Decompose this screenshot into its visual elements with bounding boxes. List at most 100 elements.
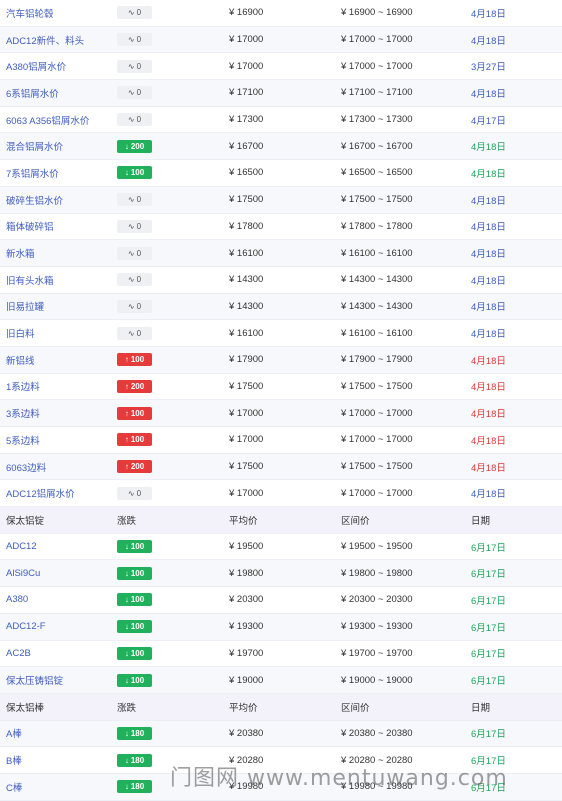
date: 4月18日 xyxy=(471,222,506,234)
header-range: 区间价 xyxy=(341,702,370,714)
date: 3月27日 xyxy=(471,62,506,74)
wave-icon: ∿ xyxy=(127,301,135,311)
table-row[interactable]: AlSi9Cu ↓ 100 ¥ 19800 ¥ 19800 ~ 19800 6月17日 xyxy=(0,560,562,588)
change-badge: ∿ 0 xyxy=(117,59,152,73)
table-row[interactable]: 3系边料 ↑ 100 ¥ 17000 ¥ 17000 ~ 17000 4月18日 xyxy=(0,400,562,427)
down-arrow-icon: ↓ xyxy=(124,648,129,658)
wave-icon: ∿ xyxy=(127,221,135,231)
change-value: 0 xyxy=(136,248,142,258)
product-link[interactable]: ADC12铝屑水价 xyxy=(0,486,117,500)
product-link[interactable]: B棒 xyxy=(0,753,117,767)
section-title: 保太铝锭 xyxy=(6,515,45,527)
product-link[interactable]: 保太压铸铝锭 xyxy=(0,673,117,687)
table-row[interactable]: 6系铝屑水价 ∿ 0 ¥ 17100 ¥ 17100 ~ 17100 4月18日 xyxy=(0,80,562,107)
change-badge: ∿ 0 xyxy=(117,299,152,313)
average-price: ¥ 16900 xyxy=(229,7,264,19)
down-arrow-icon: ↓ xyxy=(124,755,129,765)
table-row[interactable]: A棒 ↓ 180 ¥ 20380 ¥ 20380 ~ 20380 6月17日 xyxy=(0,720,562,748)
change-badge: ↓ 100 xyxy=(117,646,152,660)
product-link[interactable]: ADC12 xyxy=(0,541,117,552)
change-badge: ∿ 0 xyxy=(117,113,152,127)
product-link[interactable]: 6063 A356铝屑水价 xyxy=(0,113,117,127)
product-link[interactable]: ADC12新件、料头 xyxy=(0,33,117,47)
product-link[interactable]: 箱体破碎铝 xyxy=(0,219,117,233)
product-link[interactable]: A380铝屑水价 xyxy=(0,59,117,73)
product-link[interactable]: 混合铝屑水价 xyxy=(0,139,117,153)
table-row[interactable]: ADC12铝屑水价 ∿ 0 ¥ 17000 ¥ 17000 ~ 17000 4月18日 xyxy=(0,480,562,508)
product-link[interactable]: 新铝线 xyxy=(0,353,117,367)
change-badge: ↓ 100 xyxy=(117,620,152,634)
product-link[interactable]: AC2B xyxy=(0,648,117,659)
product-link[interactable]: 6063边料 xyxy=(0,460,117,474)
table-row[interactable]: 混合铝屑水价 ↓ 200 ¥ 16700 ¥ 16700 ~ 16700 4月18日 xyxy=(0,133,562,161)
change-value: 180 xyxy=(130,728,145,738)
change-value: 0 xyxy=(136,301,142,311)
product-link[interactable]: AlSi9Cu xyxy=(0,568,117,579)
average-price: ¥ 19800 xyxy=(229,567,264,579)
table-row[interactable]: ADC12-F ↓ 100 ¥ 19300 ¥ 19300 ~ 19300 6月17日 xyxy=(0,613,562,641)
table-row[interactable]: 保太压铸铝锭 ↓ 100 ¥ 19000 ¥ 19000 ~ 19000 6月17日 xyxy=(0,667,562,694)
change-badge: ∿ 0 xyxy=(117,193,152,207)
product-link[interactable]: 7系铝屑水价 xyxy=(0,166,117,180)
table-row[interactable]: 旧有头水箱 ∿ 0 ¥ 14300 ¥ 14300 ~ 14300 4月18日 xyxy=(0,267,562,294)
product-link[interactable]: C棒 xyxy=(0,780,117,794)
change-value: 100 xyxy=(130,622,145,632)
down-arrow-icon: ↓ xyxy=(124,568,129,578)
table-row[interactable]: 6063 A356铝屑水价 ∿ 0 ¥ 17300 ¥ 17300 ~ 17300 4月1… xyxy=(0,107,562,134)
change-badge: ∿ 0 xyxy=(117,219,152,233)
product-link[interactable]: ADC12-F xyxy=(0,621,117,632)
change-badge: ↓ 100 xyxy=(117,566,152,580)
product-link[interactable]: A棒 xyxy=(0,726,117,740)
product-link[interactable]: 旧易拉罐 xyxy=(0,299,117,313)
product-link[interactable]: 旧有头水箱 xyxy=(0,273,117,287)
product-link[interactable]: 新水箱 xyxy=(0,246,117,260)
table-row[interactable]: 1系边料 ↑ 200 ¥ 17500 ¥ 17500 ~ 17500 4月18日 xyxy=(0,374,562,401)
product-link[interactable]: 汽车铝轮毂 xyxy=(0,6,117,20)
down-arrow-icon: ↓ xyxy=(124,141,129,151)
average-price: ¥ 17800 xyxy=(229,220,264,232)
table-row[interactable]: 汽车铝轮毂 ∿ 0 ¥ 16900 ¥ 16900 ~ 16900 4月18日 xyxy=(0,0,562,27)
wave-icon: ∿ xyxy=(127,88,135,98)
table-row[interactable]: 新水箱 ∿ 0 ¥ 16100 ¥ 16100 ~ 16100 4月18日 xyxy=(0,240,562,267)
change-value: 0 xyxy=(136,115,142,125)
product-link[interactable]: 破碎生铝水价 xyxy=(0,193,117,207)
average-price: ¥ 17500 xyxy=(229,194,264,206)
table-row[interactable]: ADC12 ↓ 100 ¥ 19500 ¥ 19500 ~ 19500 6月17日 xyxy=(0,534,562,561)
change-value: 100 xyxy=(130,168,145,178)
average-price: ¥ 17500 xyxy=(229,461,264,473)
table-row[interactable]: A380铝屑水价 ∿ 0 ¥ 17000 ¥ 17000 ~ 17000 3月27日 xyxy=(0,53,562,81)
change-value: 180 xyxy=(130,782,145,792)
change-badge: ↓ 200 xyxy=(117,139,152,153)
table-row[interactable]: 旧易拉罐 ∿ 0 ¥ 14300 ¥ 14300 ~ 14300 4月18日 xyxy=(0,293,562,321)
change-value: 100 xyxy=(130,595,145,605)
product-link[interactable]: A380 xyxy=(0,594,117,605)
change-value: 100 xyxy=(130,542,145,552)
product-link[interactable]: 旧白料 xyxy=(0,326,117,340)
price-range: ¥ 17000 ~ 17000 xyxy=(341,434,413,446)
change-badge: ∿ 0 xyxy=(117,273,152,287)
change-badge: ↑ 200 xyxy=(117,379,152,393)
date: 6月17日 xyxy=(471,676,506,688)
table-row[interactable]: 旧白料 ∿ 0 ¥ 16100 ¥ 16100 ~ 16100 4月18日 xyxy=(0,320,562,347)
wave-icon: ∿ xyxy=(127,488,135,498)
table-row[interactable]: 箱体破碎铝 ∿ 0 ¥ 17800 ¥ 17800 ~ 17800 4月18日 xyxy=(0,214,562,241)
table-row[interactable]: 新铝线 ↑ 100 ¥ 17900 ¥ 17900 ~ 17900 4月18日 xyxy=(0,346,562,374)
average-price: ¥ 17000 xyxy=(229,407,264,419)
average-price: ¥ 16100 xyxy=(229,247,264,259)
change-badge: ↑ 200 xyxy=(117,460,152,474)
price-range: ¥ 16700 ~ 16700 xyxy=(341,140,413,152)
product-link[interactable]: 3系边料 xyxy=(0,406,117,420)
down-arrow-icon: ↓ xyxy=(124,728,129,738)
table-row[interactable]: 6063边料 ↑ 200 ¥ 17500 ¥ 17500 ~ 17500 4月18日 xyxy=(0,453,562,481)
table-row[interactable]: 7系铝屑水价 ↓ 100 ¥ 16500 ¥ 16500 ~ 16500 4月18日 xyxy=(0,160,562,187)
product-link[interactable]: 5系边料 xyxy=(0,433,117,447)
table-row[interactable]: A380 ↓ 100 ¥ 20300 ¥ 20300 ~ 20300 6月17日 xyxy=(0,587,562,614)
product-link[interactable]: 1系边料 xyxy=(0,379,117,393)
table-row[interactable]: ADC12新件、料头 ∿ 0 ¥ 17000 ¥ 17000 ~ 17000 4月18日 xyxy=(0,26,562,54)
table-row[interactable]: AC2B ↓ 100 ¥ 19700 ¥ 19700 ~ 19700 6月17日 xyxy=(0,641,562,668)
table-row[interactable]: 5系边料 ↑ 100 ¥ 17000 ¥ 17000 ~ 17000 4月18日 xyxy=(0,427,562,454)
table-row[interactable]: 破碎生铝水价 ∿ 0 ¥ 17500 ¥ 17500 ~ 17500 4月18日 xyxy=(0,186,562,214)
header-date: 日期 xyxy=(471,702,491,714)
average-price: ¥ 17300 xyxy=(229,114,264,126)
product-link[interactable]: 6系铝屑水价 xyxy=(0,86,117,100)
